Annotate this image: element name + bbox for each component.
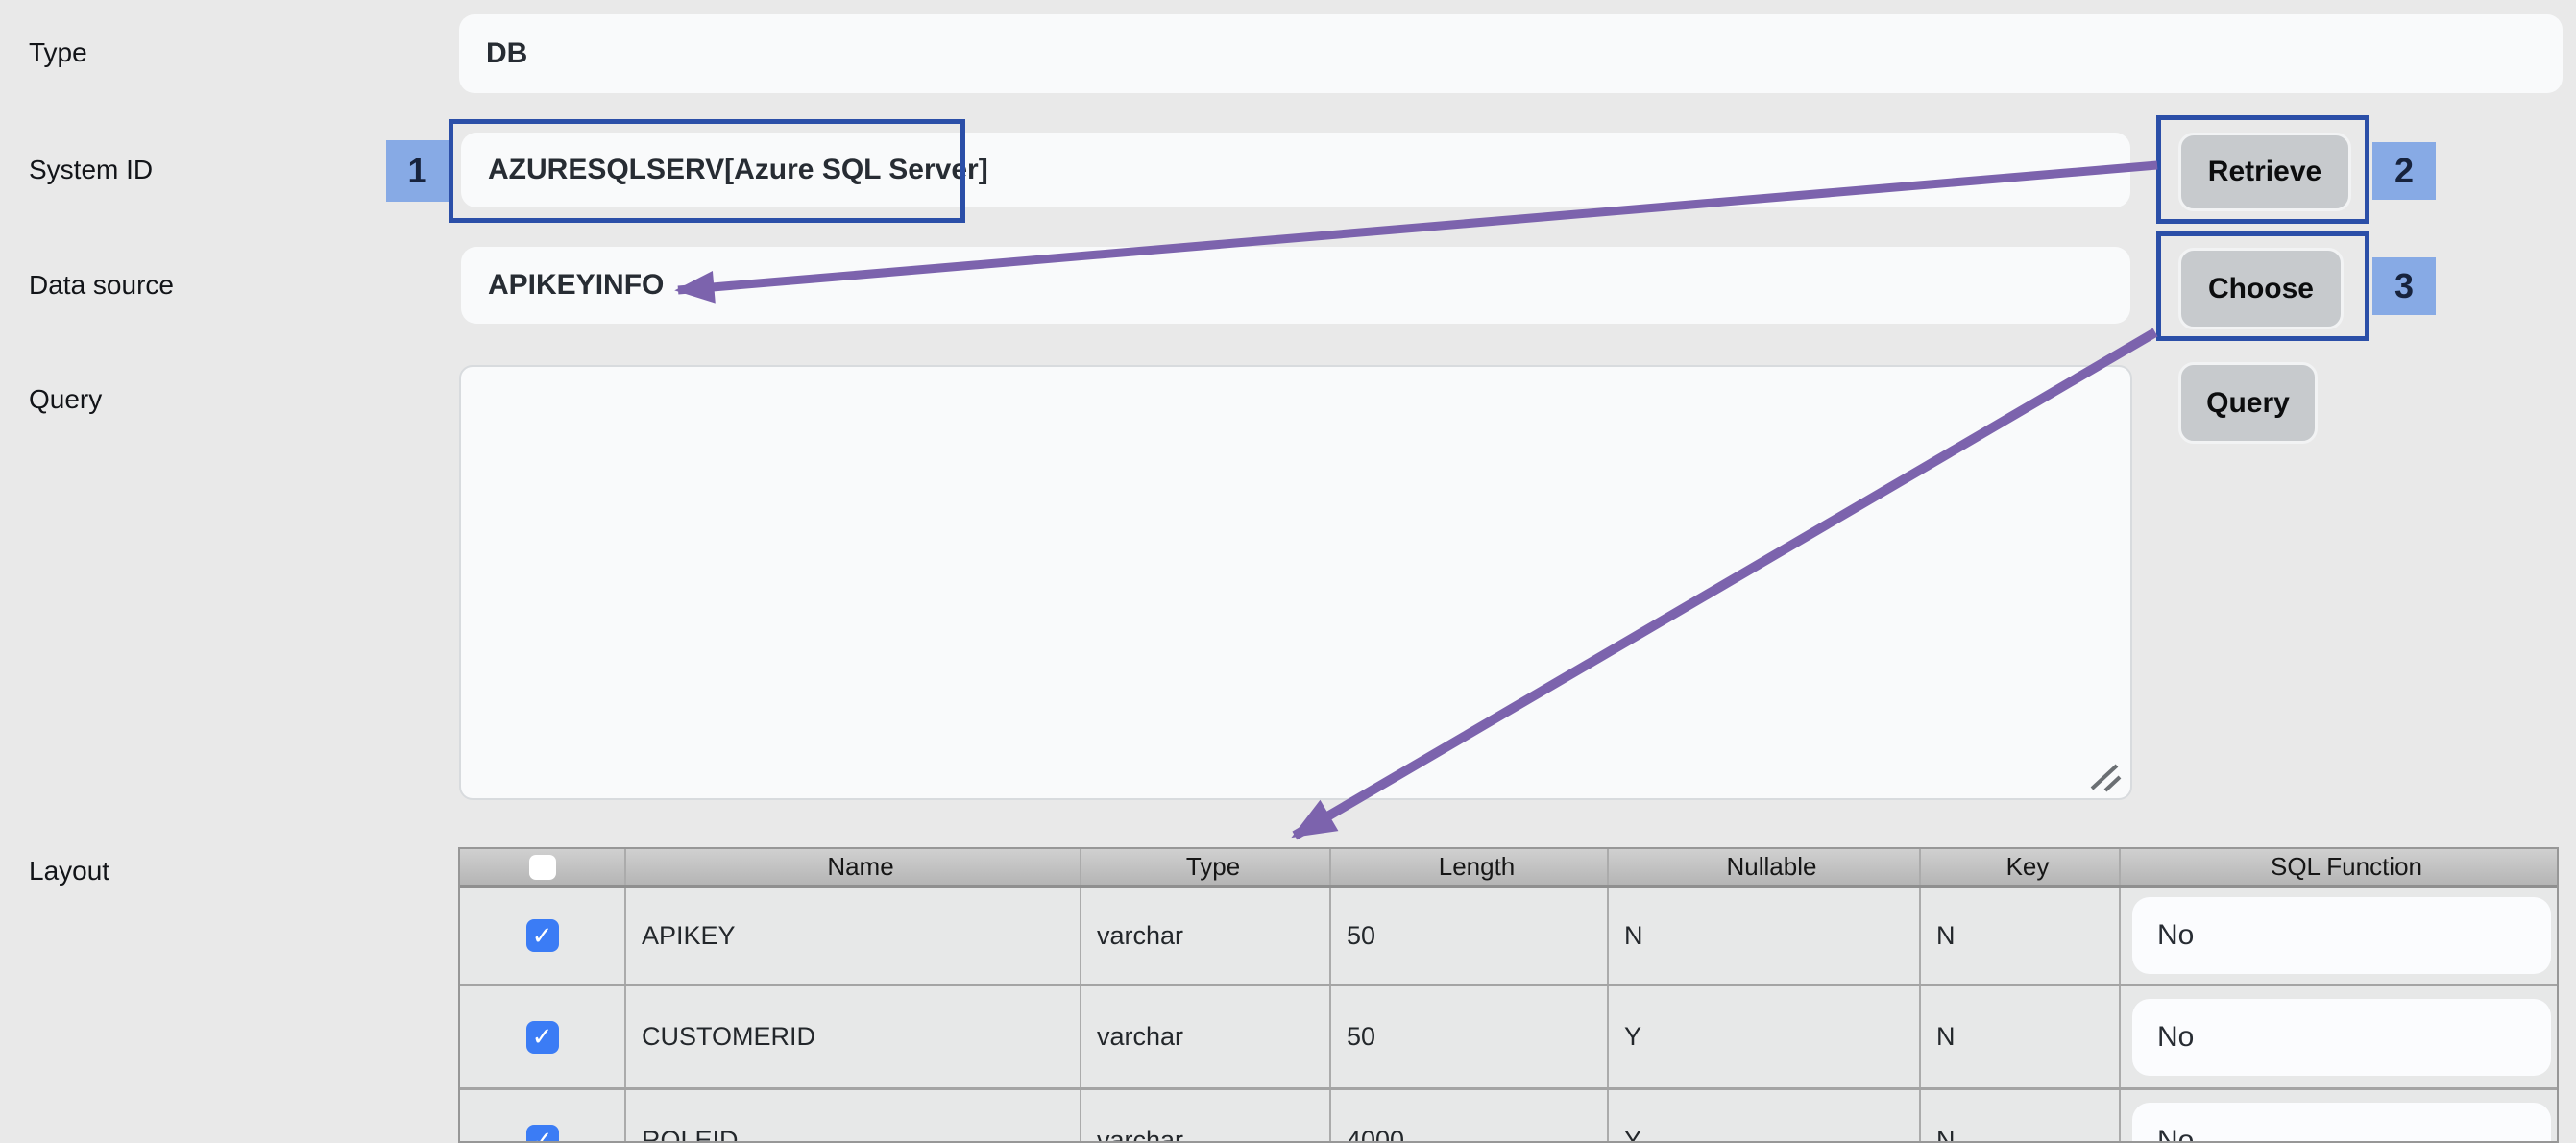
- cell-sql-function: No: [2121, 1090, 2557, 1143]
- header-type: Type: [1081, 849, 1331, 885]
- cell-key: N: [1921, 1090, 2121, 1143]
- table-row: CUSTOMERID varchar 50 Y N No: [460, 984, 2557, 1087]
- table-row: APIKEY varchar 50 N N No: [460, 888, 2557, 984]
- header-name: Name: [626, 849, 1081, 885]
- header-checkbox-cell: [460, 849, 626, 885]
- annotation-badge-2: 2: [2372, 142, 2436, 200]
- query-textarea[interactable]: [459, 365, 2132, 800]
- type-label: Type: [29, 36, 87, 69]
- annotation-badge-3: 3: [2372, 257, 2436, 315]
- data-source-label: Data source: [29, 269, 174, 302]
- select-all-checkbox[interactable]: [529, 855, 556, 880]
- layout-table: Name Type Length Nullable Key SQL Functi…: [458, 847, 2559, 1143]
- cell-nullable: Y: [1609, 986, 1921, 1087]
- cell-type: varchar: [1081, 888, 1331, 984]
- cell-sql-function: No: [2121, 888, 2557, 984]
- row-checkbox[interactable]: [526, 1125, 559, 1143]
- connection-form-page: Type DB System ID AZURESQLSERV[Azure SQL…: [0, 0, 2576, 1143]
- annotation-badge-1: 1: [386, 140, 449, 202]
- table-row: ROLEID varchar 4000 Y N No: [460, 1087, 2557, 1143]
- cell-type: varchar: [1081, 986, 1331, 1087]
- system-id-label: System ID: [29, 154, 153, 186]
- sql-function-select[interactable]: No: [2132, 999, 2551, 1076]
- cell-name: CUSTOMERID: [626, 986, 1081, 1087]
- checkbox-cell: [460, 986, 626, 1087]
- type-value: DB: [486, 37, 527, 70]
- cell-sql-function: No: [2121, 986, 2557, 1087]
- header-nullable: Nullable: [1609, 849, 1921, 885]
- checkbox-cell: [460, 1090, 626, 1143]
- data-source-input[interactable]: APIKEYINFO: [461, 247, 2130, 324]
- annotation-box-1: [449, 119, 965, 223]
- cell-nullable: Y: [1609, 1090, 1921, 1143]
- cell-name: ROLEID: [626, 1090, 1081, 1143]
- sql-function-select[interactable]: No: [2132, 897, 2551, 974]
- resize-grip-icon[interactable]: [2084, 760, 2123, 792]
- cell-key: N: [1921, 888, 2121, 984]
- cell-name: APIKEY: [626, 888, 1081, 984]
- row-checkbox[interactable]: [526, 1021, 559, 1054]
- header-sql-function: SQL Function: [2121, 849, 2557, 885]
- header-length: Length: [1331, 849, 1609, 885]
- table-header-row: Name Type Length Nullable Key SQL Functi…: [460, 849, 2557, 888]
- cell-length: 50: [1331, 888, 1609, 984]
- sql-function-select[interactable]: No: [2132, 1103, 2551, 1143]
- choose-button[interactable]: Choose: [2178, 248, 2344, 329]
- type-input[interactable]: DB: [459, 14, 2563, 93]
- retrieve-button[interactable]: Retrieve: [2178, 133, 2351, 211]
- row-checkbox[interactable]: [526, 919, 559, 952]
- cell-type: varchar: [1081, 1090, 1331, 1143]
- checkbox-cell: [460, 888, 626, 984]
- cell-length: 50: [1331, 986, 1609, 1087]
- layout-label: Layout: [29, 855, 109, 888]
- cell-length: 4000: [1331, 1090, 1609, 1143]
- cell-nullable: N: [1609, 888, 1921, 984]
- data-source-value: APIKEYINFO: [488, 269, 664, 302]
- header-key: Key: [1921, 849, 2121, 885]
- query-button[interactable]: Query: [2178, 362, 2318, 444]
- cell-key: N: [1921, 986, 2121, 1087]
- query-label: Query: [29, 383, 102, 416]
